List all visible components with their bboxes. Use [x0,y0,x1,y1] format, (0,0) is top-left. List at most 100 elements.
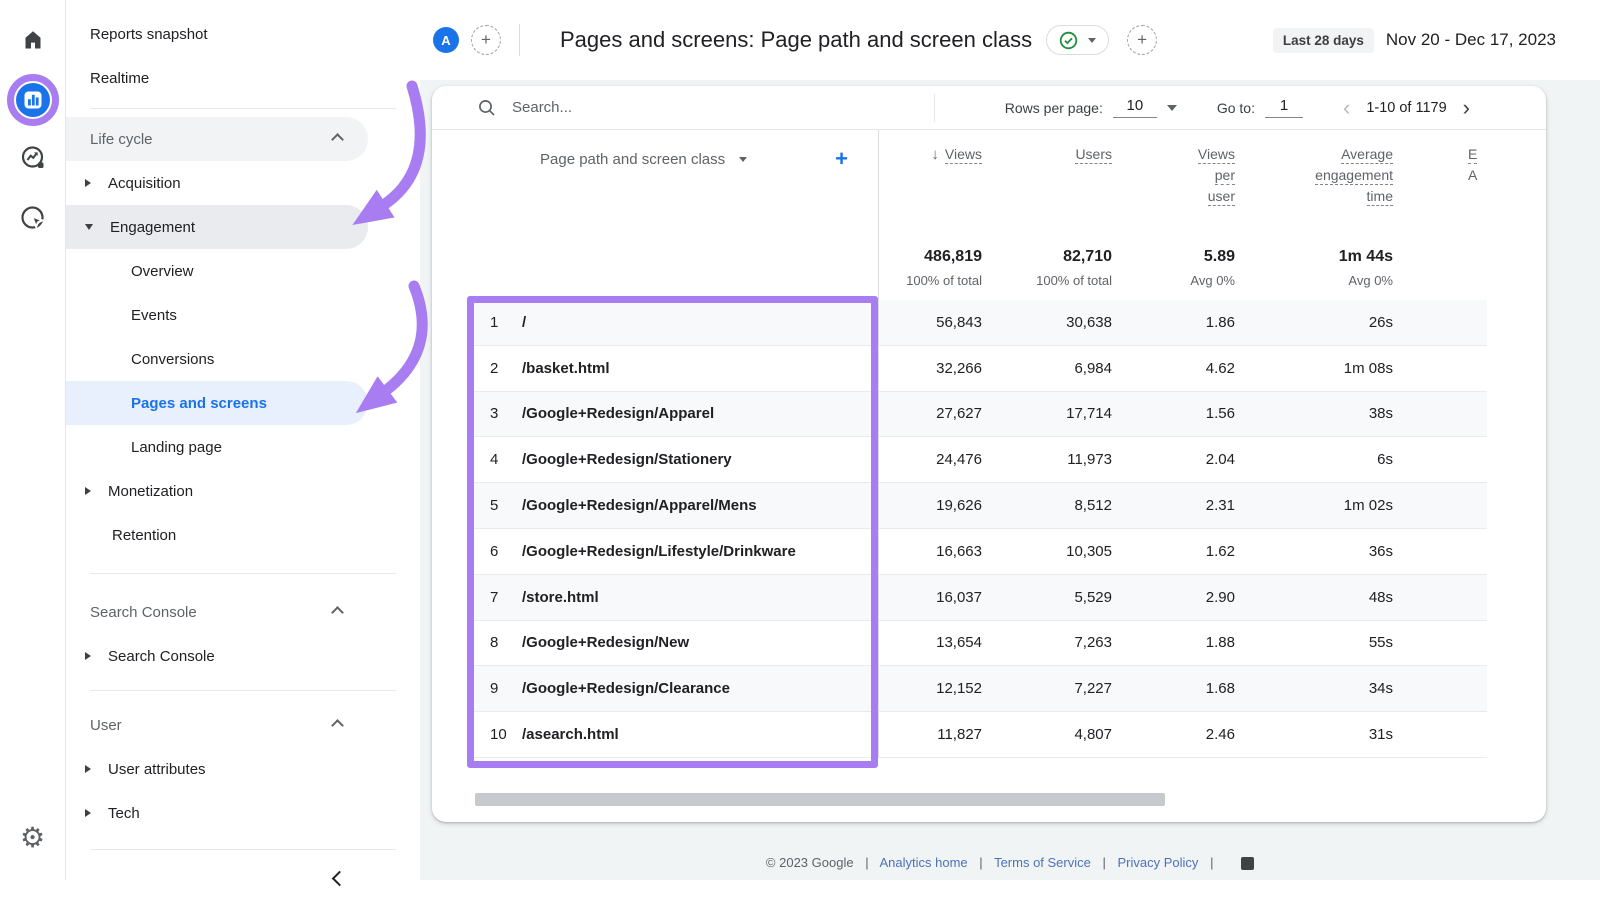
sidebar-item-overview[interactable]: Overview [66,249,420,293]
avatar[interactable]: A [433,27,459,53]
add-button[interactable]: + [1127,25,1158,55]
section-header-user[interactable]: User [66,703,420,747]
expand-right-icon[interactable] [85,652,91,660]
cell-rank: 5 [490,497,499,515]
add-dimension-icon[interactable]: + [835,148,848,170]
sidebar-divider [90,849,396,850]
cell-users: 8,512 [1074,497,1112,515]
copyright: © 2023 Google [765,855,854,870]
sidebar-item-conversions[interactable]: Conversions [66,337,420,381]
cell-avg-engagement-time: 1m 08s [1343,359,1393,377]
explore-icon[interactable] [19,144,46,176]
date-range[interactable]: Nov 20 - Dec 17, 2023 [1386,30,1556,50]
header-divider [519,24,520,56]
cell-page-path: /Google+Redesign/Apparel/Mens [522,497,757,515]
section-header-life-cycle[interactable]: Life cycle [66,117,368,161]
cell-page-path: /Google+Redesign/Lifestyle/Drinkware [522,542,796,560]
collapse-section-icon[interactable] [331,718,344,732]
table-row[interactable]: 8 /Google+Redesign/New 13,654 7,263 1.88… [472,621,1487,667]
column-header-clipped[interactable]: E A [1393,130,1487,236]
cell-views-per-user: 1.68 [1205,680,1235,698]
report-header: A + Pages and screens: Page path and scr… [420,0,1600,80]
cell-views: 19,626 [936,497,982,515]
chevron-down-icon[interactable] [739,156,748,162]
dimension-header[interactable]: Page path and screen class + [472,130,878,170]
cell-views-per-user: 1.56 [1205,405,1235,423]
table-row[interactable]: 2 /basket.html 32,266 6,984 4.62 1m 08s [472,346,1487,392]
table-row[interactable]: 9 /Google+Redesign/Clearance 12,152 7,22… [472,666,1487,713]
table-row[interactable]: 3 /Google+Redesign/Apparel 27,627 17,714… [472,391,1487,438]
expand-right-icon[interactable] [85,809,91,817]
search-input[interactable] [510,98,810,117]
cell-rank: 3 [490,405,499,423]
goto-input[interactable]: 1 [1264,97,1303,118]
section-header-search-console[interactable]: Search Console [66,590,420,634]
analytics-home-link[interactable]: Analytics home [880,855,968,870]
cell-views: 16,663 [936,542,982,560]
rows-per-page-select[interactable]: 10 [1112,97,1157,118]
app-rail: ⚙ [0,0,66,880]
data-quality-badge[interactable] [1046,25,1110,55]
sidebar-item-pages-and-screens[interactable]: Pages and screens [66,381,368,425]
sidebar-item-tech[interactable]: Tech [66,791,420,835]
column-header-views[interactable]: ↓ Views [878,130,982,236]
plus-icon: + [1137,30,1148,49]
total-views-per-user: 5.89 [1203,248,1235,265]
search-icon [479,99,495,116]
sidebar-item-user-attributes[interactable]: User attributes [66,747,420,791]
column-header-views-per-user[interactable]: Views per user [1112,130,1235,236]
chevron-down-icon[interactable] [1166,104,1177,111]
expand-right-icon[interactable] [85,765,91,773]
table-row[interactable]: 10 /asearch.html 11,827 4,807 2.46 31s [472,712,1487,758]
terms-link[interactable]: Terms of Service [994,855,1091,870]
column-header-avg-engagement-time[interactable]: Average engagement time [1235,130,1393,236]
sidebar-item-realtime[interactable]: Realtime [66,56,420,100]
previous-page-icon[interactable]: ‹ [1343,95,1350,121]
collapse-sidebar-button[interactable] [66,856,420,900]
expand-down-icon[interactable] [85,224,93,230]
sidebar-item-acquisition[interactable]: Acquisition [66,161,420,205]
feedback-icon[interactable] [1241,857,1255,871]
add-comparison-button[interactable]: + [471,25,501,55]
toolbar-divider [934,94,935,122]
next-page-icon[interactable]: › [1463,95,1470,121]
expand-right-icon[interactable] [85,179,91,187]
cell-users: 10,305 [1066,542,1112,560]
chevron-left-icon [331,870,348,886]
reports-nav-icon[interactable] [15,83,50,117]
sidebar-item-search-console[interactable]: Search Console [66,634,420,678]
admin-gear-icon[interactable]: ⚙ [20,824,45,852]
plus-icon: + [481,30,491,49]
date-preset-chip[interactable]: Last 28 days [1272,27,1374,53]
sidebar-item-retention[interactable]: Retention [66,513,420,557]
privacy-link[interactable]: Privacy Policy [1118,855,1199,870]
sidebar-item-monetization[interactable]: Monetization [66,469,420,513]
collapse-section-icon[interactable] [331,132,344,146]
column-header-users[interactable]: Users [982,130,1112,236]
cell-page-path: /store.html [522,588,599,606]
total-users: 82,710 [1063,248,1112,265]
sidebar-item-reports-snapshot[interactable]: Reports snapshot [66,12,420,56]
table-row[interactable]: 5 /Google+Redesign/Apparel/Mens 19,626 8… [472,483,1487,529]
goto-label: Go to: [1216,99,1255,116]
table-header: Page path and screen class + ↓ Views Use… [432,130,1546,236]
cell-rank: 9 [490,680,499,698]
totals-row: 486,819 100% of total 82,710 100% of tot… [906,248,1393,288]
sidebar-item-landing-page[interactable]: Landing page [66,425,420,469]
collapse-section-icon[interactable] [331,605,344,619]
table-row[interactable]: 6 /Google+Redesign/Lifestyle/Drinkware 1… [472,529,1487,575]
table-row[interactable]: 4 /Google+Redesign/Stationery 24,476 11,… [472,437,1487,484]
advertising-icon[interactable] [19,204,47,237]
table-row[interactable]: 1 / 56,843 30,638 1.86 26s [472,300,1487,346]
home-icon[interactable] [21,28,45,57]
cell-avg-engagement-time: 48s [1368,588,1393,606]
expand-right-icon[interactable] [85,487,91,495]
table-row[interactable]: 7 /store.html 16,037 5,529 2.90 48s [472,574,1487,621]
cell-rank: 1 [490,313,499,331]
cell-users: 30,638 [1066,313,1112,331]
sidebar-item-events[interactable]: Events [66,293,420,337]
horizontal-scrollbar[interactable] [475,793,1165,806]
sidebar-item-engagement[interactable]: Engagement [66,205,368,249]
report-canvas: Rows per page: 10 Go to: 1 ‹ 1-10 of 117… [420,80,1600,880]
cell-avg-engagement-time: 26s [1368,313,1393,331]
